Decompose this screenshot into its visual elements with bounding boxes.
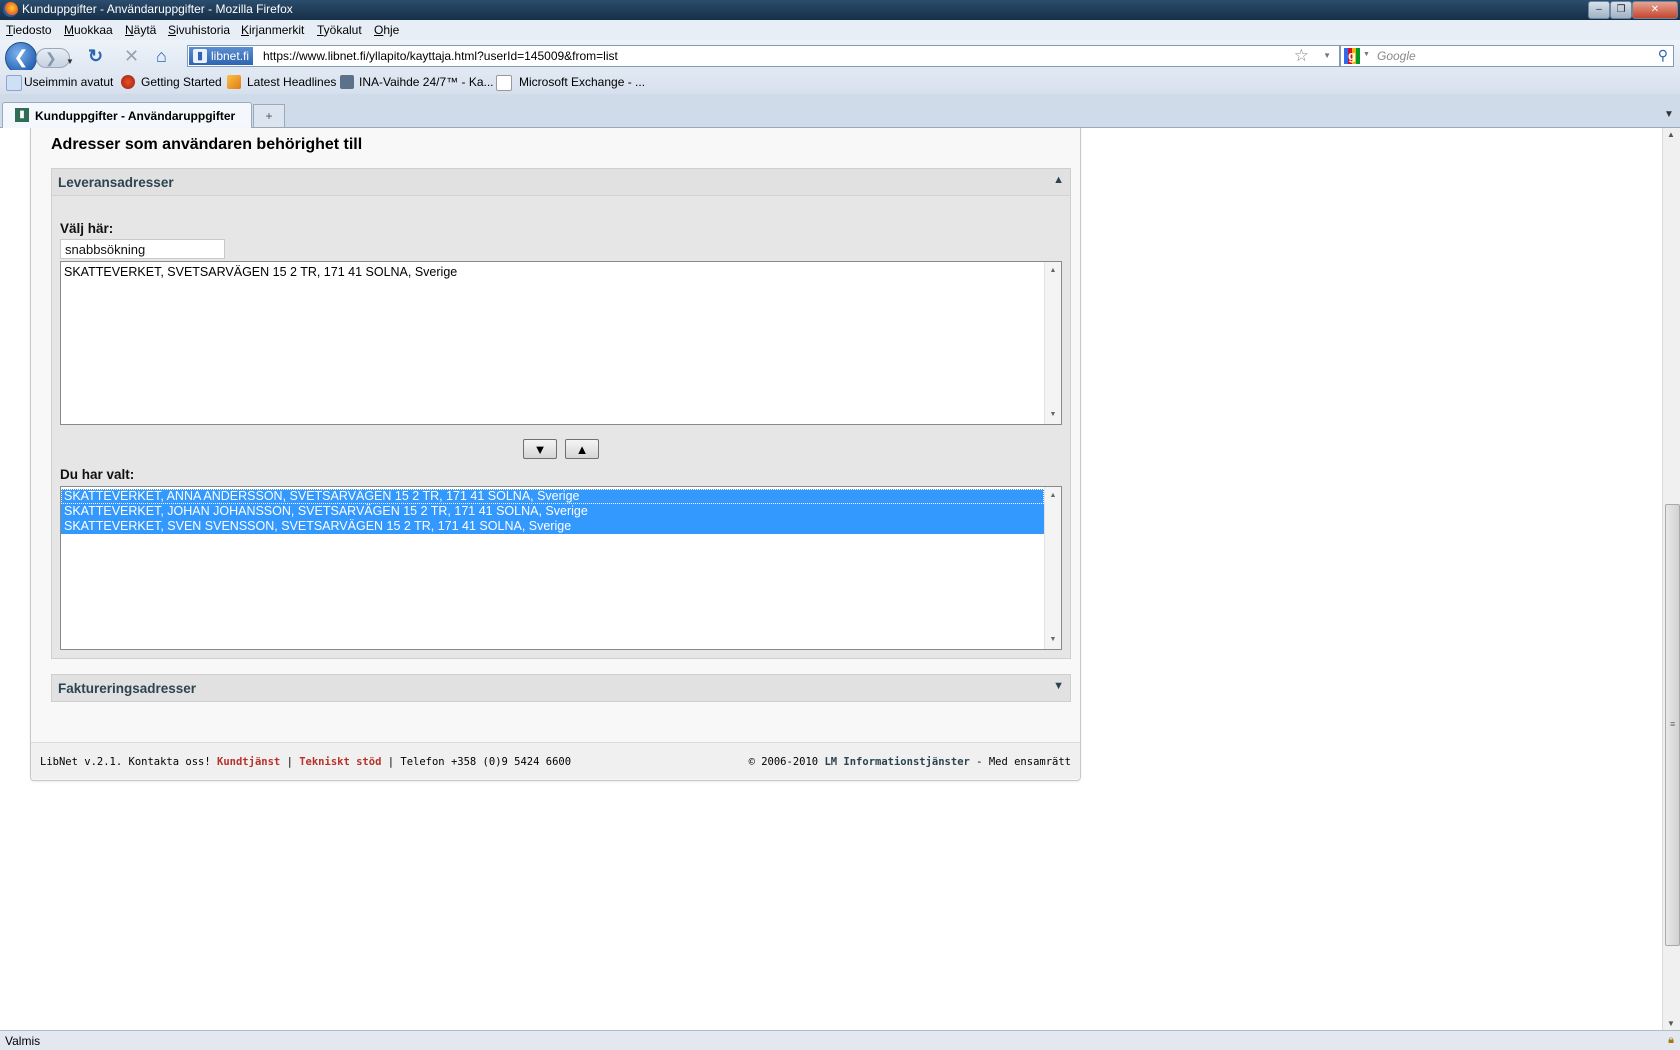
address-bar[interactable]: ▮ libnet.fi https://www.libnet.fi/yllapi… bbox=[187, 45, 1340, 67]
available-addresses-list[interactable]: SKATTEVERKET, SVETSARVÄGEN 15 2 TR, 171 … bbox=[60, 261, 1062, 425]
bookmark-ina-vaihde[interactable]: INA-Vaihde 24/7™ - Ka... bbox=[359, 75, 494, 89]
close-window-button[interactable]: ✕ bbox=[1632, 1, 1678, 19]
url-dropdown-icon[interactable]: ▼ bbox=[1323, 51, 1331, 60]
scroll-down-arrow-icon[interactable]: ▼ bbox=[1045, 408, 1061, 422]
delivery-panel-title: Leveransadresser bbox=[58, 175, 174, 190]
content-card: Adresser som användaren behörighet till … bbox=[30, 128, 1081, 781]
available-list-scrollbar[interactable]: ▲ ▼ bbox=[1044, 262, 1061, 424]
bookmark-getting-started[interactable]: Getting Started bbox=[141, 75, 222, 89]
list-item[interactable]: SKATTEVERKET, SVEN SVENSSON, SVETSARVÄGE… bbox=[61, 519, 1044, 534]
status-text: Valmis bbox=[5, 1034, 41, 1048]
window-title: Kunduppgifter - Användaruppgifter - Mozi… bbox=[22, 2, 293, 16]
lock-icon[interactable]: 🔒︎ bbox=[1668, 1034, 1674, 1047]
search-icon[interactable]: ⚲ bbox=[1658, 47, 1668, 64]
menu-item-tiedosto[interactable]: Tiedosto bbox=[6, 23, 52, 37]
page-title: Adresser som användaren behörighet till bbox=[51, 136, 363, 153]
billing-addresses-panel: Faktureringsadresser ▼ bbox=[51, 674, 1071, 702]
search-placeholder: Google bbox=[1377, 49, 1416, 63]
menu-item-ohje[interactable]: Ohje bbox=[374, 23, 399, 37]
bookmark-latest-headlines[interactable]: Latest Headlines bbox=[247, 75, 336, 89]
move-up-button[interactable]: ▲ bbox=[565, 439, 599, 459]
company-link[interactable]: LM Informationstjänster bbox=[824, 756, 969, 768]
footer-right: © 2006-2010 LM Informationstjänster - Me… bbox=[749, 756, 1071, 768]
footer-phone: | Telefon +358 (0)9 5424 6600 bbox=[387, 756, 572, 768]
menu-item-muokkaa[interactable]: Muokkaa bbox=[64, 23, 113, 37]
footer-copyright: © 2006-2010 bbox=[748, 756, 819, 768]
menu-item-sivuhistoria[interactable]: Sivuhistoria bbox=[168, 23, 230, 37]
scroll-up-arrow-icon[interactable]: ▲ bbox=[1045, 264, 1061, 278]
footer-separator: | bbox=[286, 756, 293, 768]
engine-dropdown-icon[interactable]: ▼ bbox=[1363, 51, 1370, 58]
navigation-toolbar: ❮ ❯ ▼ ↻ ✕ ⌂ ▮ libnet.fi https://www.libn… bbox=[0, 40, 1680, 74]
scroll-up-arrow-icon[interactable]: ▲ bbox=[1045, 489, 1061, 503]
bookmark-star-icon[interactable]: ☆ bbox=[1294, 46, 1309, 66]
reload-icon[interactable]: ↻ bbox=[88, 46, 103, 66]
quick-search-input[interactable]: snabbsökning bbox=[60, 239, 225, 259]
list-item[interactable]: SKATTEVERKET, JOHAN JOHANSSON, SVETSARVÄ… bbox=[61, 504, 1044, 519]
delivery-addresses-panel: Leveransadresser ▲ Välj här: snabbsöknin… bbox=[51, 168, 1071, 659]
home-icon[interactable]: ⌂ bbox=[156, 46, 167, 66]
footer-rights: - Med ensamrätt bbox=[976, 756, 1071, 768]
scroll-up-arrow-icon[interactable]: ▲ bbox=[1667, 130, 1675, 139]
search-box[interactable]: g ▼ Google ⚲ bbox=[1340, 45, 1674, 67]
google-engine-icon[interactable]: g bbox=[1344, 48, 1360, 64]
list-item[interactable]: SKATTEVERKET, SVETSARVÄGEN 15 2 TR, 171 … bbox=[61, 265, 1061, 280]
collapse-arrow-icon[interactable]: ▲ bbox=[1053, 174, 1064, 186]
page-content: Adresser som användaren behörighet till … bbox=[0, 128, 1662, 1030]
scrollbar-thumb[interactable]: ≡ bbox=[1665, 504, 1680, 946]
tab-list-dropdown-icon[interactable]: ▼ bbox=[1660, 104, 1678, 126]
move-down-button[interactable]: ▼ bbox=[523, 439, 557, 459]
page-footer: LibNet v.2.1. Kontakta oss! Kundtjänst |… bbox=[31, 742, 1080, 779]
menu-item-kirjanmerkit[interactable]: Kirjanmerkit bbox=[241, 23, 304, 37]
delivery-panel-header[interactable]: Leveransadresser ▲ bbox=[52, 169, 1070, 196]
history-dropdown-icon[interactable]: ▼ bbox=[66, 52, 74, 72]
selected-label: Du har valt: bbox=[60, 467, 135, 482]
selected-list-scrollbar[interactable]: ▲ ▼ bbox=[1044, 487, 1061, 649]
firefox-icon bbox=[3, 2, 18, 17]
page-scrollbar[interactable]: ▲ ≡ ▼ bbox=[1662, 128, 1680, 1030]
tab-kunduppgifter[interactable]: ▮ Kunduppgifter - Användaruppgifter bbox=[2, 102, 252, 128]
libnet-site-icon: ▮ bbox=[193, 49, 207, 63]
forward-button[interactable]: ❯ bbox=[36, 48, 70, 68]
site-identity-badge[interactable]: ▮ libnet.fi bbox=[189, 47, 254, 65]
getting-started-icon bbox=[121, 75, 135, 89]
bookmark-microsoft-exchange[interactable]: Microsoft Exchange - ... bbox=[519, 75, 645, 89]
menu-bar: Tiedosto Muokkaa Näytä Sivuhistoria Kirj… bbox=[0, 20, 1680, 40]
url-text[interactable]: https://www.libnet.fi/yllapito/kayttaja.… bbox=[263, 49, 618, 63]
billing-panel-title: Faktureringsadresser bbox=[58, 681, 197, 696]
tab-strip: ▮ Kunduppgifter - Användaruppgifter + ▼ bbox=[0, 94, 1680, 128]
customer-service-link[interactable]: Kundtjänst bbox=[217, 756, 280, 768]
tech-support-link[interactable]: Tekniskt stöd bbox=[299, 756, 381, 768]
footer-version-text: LibNet v.2.1. Kontakta oss! bbox=[40, 756, 211, 768]
bookmarks-toolbar: Useimmin avatut Getting Started Latest H… bbox=[0, 70, 1680, 94]
maximize-button[interactable]: ❐ bbox=[1610, 1, 1632, 19]
billing-panel-header[interactable]: Faktureringsadresser ▼ bbox=[52, 675, 1070, 701]
grip-icon: ≡ bbox=[1670, 719, 1676, 729]
stop-icon[interactable]: ✕ bbox=[124, 46, 139, 66]
page-icon bbox=[496, 75, 512, 91]
status-bar: Valmis 🔒︎ bbox=[0, 1030, 1680, 1050]
scroll-down-arrow-icon[interactable]: ▼ bbox=[1045, 633, 1061, 647]
most-visited-icon bbox=[6, 75, 22, 91]
site-identity-label: libnet.fi bbox=[211, 49, 250, 63]
tab-label: Kunduppgifter - Användaruppgifter bbox=[35, 109, 236, 123]
selected-addresses-list[interactable]: SKATTEVERKET, ANNA ANDERSSON, SVETSARVÄG… bbox=[60, 486, 1062, 650]
new-tab-button[interactable]: + bbox=[253, 104, 285, 128]
libnet-favicon-icon: ▮ bbox=[15, 108, 29, 122]
footer-left: LibNet v.2.1. Kontakta oss! Kundtjänst |… bbox=[40, 756, 571, 768]
phone-icon bbox=[340, 75, 354, 89]
scroll-down-arrow-icon[interactable]: ▼ bbox=[1667, 1019, 1675, 1028]
menu-item-nayta[interactable]: Näytä bbox=[125, 23, 156, 37]
window-titlebar: Kunduppgifter - Användaruppgifter - Mozi… bbox=[0, 0, 1680, 20]
minimize-button[interactable]: – bbox=[1588, 1, 1610, 19]
rss-feed-icon bbox=[227, 75, 241, 89]
expand-arrow-icon[interactable]: ▼ bbox=[1053, 680, 1064, 692]
menu-item-tyokalut[interactable]: Työkalut bbox=[317, 23, 362, 37]
choose-label: Välj här: bbox=[60, 221, 114, 236]
bookmark-most-visited[interactable]: Useimmin avatut bbox=[24, 75, 113, 89]
list-item[interactable]: SKATTEVERKET, ANNA ANDERSSON, SVETSARVÄG… bbox=[61, 489, 1044, 504]
